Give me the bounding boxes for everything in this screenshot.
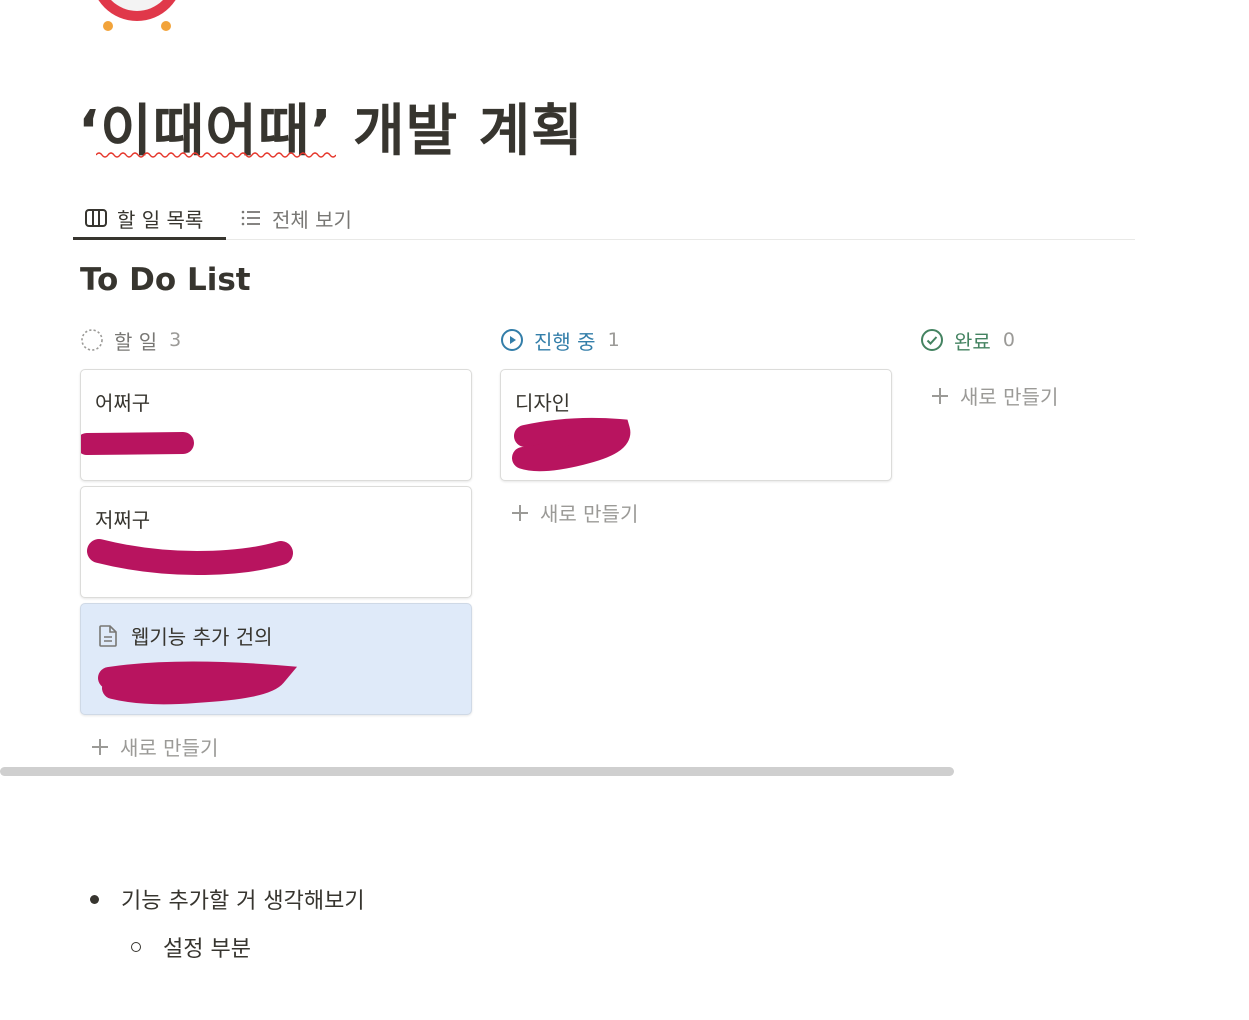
play-circle-icon — [500, 328, 524, 352]
view-title[interactable]: To Do List — [80, 258, 251, 302]
board-card[interactable]: 디자인 — [500, 369, 892, 481]
column-label: 완료 — [954, 329, 991, 354]
bullet-ring-icon — [131, 942, 141, 952]
bullet-icon — [90, 894, 99, 904]
tabs-divider — [73, 239, 1135, 240]
list-item-text: 설정 부분 — [163, 937, 251, 962]
new-card-button[interactable]: 새로 만들기 — [510, 498, 638, 527]
board-card-selected[interactable]: 웹기능 추가 건의 — [80, 603, 472, 715]
tab-board-view[interactable]: 할 일 목록 — [84, 196, 203, 240]
document-icon — [95, 623, 121, 649]
alarm-clock-icon[interactable] — [84, 0, 194, 35]
board-card[interactable]: 어쩌구 — [80, 369, 472, 481]
plus-icon — [510, 503, 530, 523]
column-header-done[interactable]: 완료 0 — [920, 324, 1015, 356]
new-card-label: 새로 만들기 — [120, 736, 219, 760]
board-icon — [84, 206, 108, 230]
spellcheck-underline — [96, 152, 336, 158]
redaction-mark — [87, 539, 293, 576]
plus-icon — [90, 737, 110, 757]
redaction-mark — [512, 417, 631, 472]
board-card[interactable]: 저쩌구 — [80, 486, 472, 598]
board-horizontal-scrollbar[interactable] — [0, 767, 954, 776]
page-title[interactable]: ‘이때어때’ 개발 계획 — [78, 92, 584, 172]
card-title: 저쩌구 — [95, 508, 151, 532]
column-count: 1 — [607, 329, 620, 351]
plus-icon — [930, 386, 950, 406]
card-title: 어쩌구 — [95, 391, 151, 415]
column-label: 할 일 — [114, 329, 158, 354]
active-tab-indicator — [73, 237, 226, 240]
list-item-text: 기능 추가할 거 생각해보기 — [121, 889, 365, 914]
column-header-todo[interactable]: 할 일 3 — [80, 324, 181, 356]
tab-label: 할 일 목록 — [117, 207, 204, 232]
column-count: 0 — [1002, 329, 1015, 351]
new-card-button[interactable]: 새로 만들기 — [930, 381, 1058, 410]
card-title: 웹기능 추가 건의 — [95, 621, 273, 650]
new-card-label: 새로 만들기 — [960, 385, 1059, 409]
list-item[interactable]: 기능 추가할 거 생각해보기 — [90, 883, 365, 915]
circle-dashed-icon — [80, 328, 104, 352]
new-card-button[interactable]: 새로 만들기 — [90, 732, 218, 761]
redaction-mark — [81, 432, 194, 455]
new-card-label: 새로 만들기 — [540, 502, 639, 526]
tab-list-view[interactable]: 전체 보기 — [239, 196, 352, 240]
check-circle-icon — [920, 328, 944, 352]
card-title-text: 웹기능 추가 건의 — [131, 625, 273, 649]
column-label: 진행 중 — [534, 329, 596, 354]
list-icon — [239, 206, 263, 230]
redaction-mark — [98, 661, 298, 705]
column-count: 3 — [169, 329, 182, 351]
list-item-nested[interactable]: 설정 부분 — [131, 931, 251, 963]
column-header-in-progress[interactable]: 진행 중 1 — [500, 324, 620, 356]
tab-label: 전체 보기 — [272, 207, 352, 232]
